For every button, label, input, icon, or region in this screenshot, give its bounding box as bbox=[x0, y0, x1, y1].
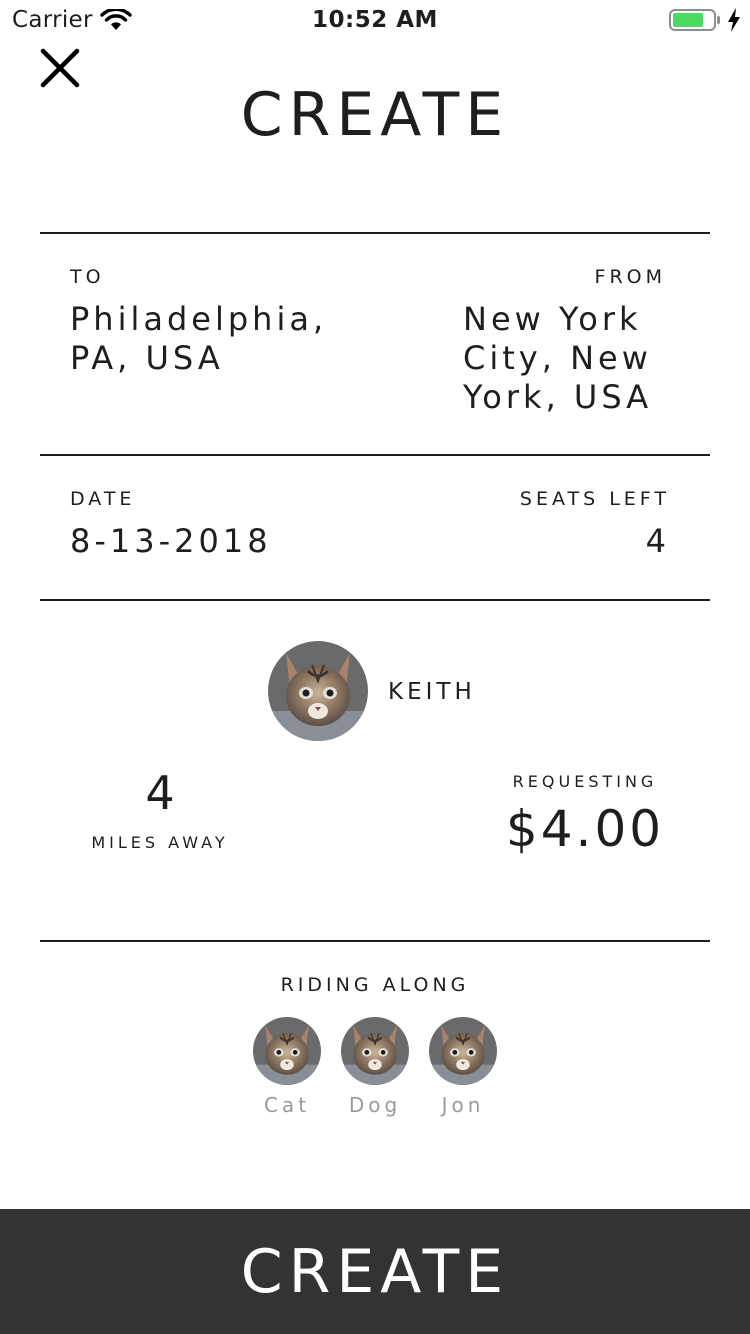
date-value: 8-13-2018 bbox=[70, 522, 272, 560]
rider-name: Cat bbox=[263, 1093, 311, 1117]
kitten-photo bbox=[268, 641, 368, 741]
create-button-label: CREATE bbox=[240, 1236, 510, 1307]
rider-avatar[interactable] bbox=[429, 1017, 497, 1085]
driver-avatar[interactable] bbox=[268, 641, 368, 741]
kitten-photo bbox=[341, 1017, 409, 1085]
divider bbox=[40, 454, 710, 456]
create-button[interactable]: CREATE bbox=[0, 1209, 750, 1334]
rider-avatar[interactable] bbox=[341, 1017, 409, 1085]
distance-label: MILES AWAY bbox=[91, 833, 229, 852]
create-ride-screen: Carrier 10:52 AM CREATE TO Philadelphia,… bbox=[0, 0, 750, 1334]
requesting-label: REQUESTING bbox=[512, 772, 658, 791]
battery-icon bbox=[669, 9, 721, 31]
status-bar: Carrier 10:52 AM bbox=[0, 0, 750, 40]
seats-left-value: 4 bbox=[645, 522, 670, 560]
divider bbox=[40, 599, 710, 601]
seats-left-label: SEATS LEFT bbox=[519, 488, 670, 510]
divider bbox=[40, 232, 710, 234]
distance-value: 4 bbox=[145, 766, 175, 820]
rider-name: Dog bbox=[348, 1093, 402, 1117]
driver-name: KEITH bbox=[388, 679, 476, 705]
kitten-photo bbox=[429, 1017, 497, 1085]
divider bbox=[40, 940, 710, 942]
from-value: New York City, New York, USA bbox=[463, 300, 653, 416]
from-label: FROM bbox=[594, 266, 666, 288]
riding-along-title: RIDING ALONG bbox=[280, 974, 470, 996]
to-label: TO bbox=[70, 266, 105, 288]
status-time: 10:52 AM bbox=[312, 7, 438, 33]
price-value: $4.00 bbox=[505, 800, 665, 858]
page-title: CREATE bbox=[240, 80, 510, 150]
rider-name: Jon bbox=[441, 1093, 485, 1117]
charging-bolt-icon bbox=[727, 8, 741, 32]
kitten-photo bbox=[253, 1017, 321, 1085]
to-value: Philadelphia, PA, USA bbox=[70, 300, 328, 377]
date-label: DATE bbox=[70, 488, 136, 510]
rider-avatar[interactable] bbox=[253, 1017, 321, 1085]
